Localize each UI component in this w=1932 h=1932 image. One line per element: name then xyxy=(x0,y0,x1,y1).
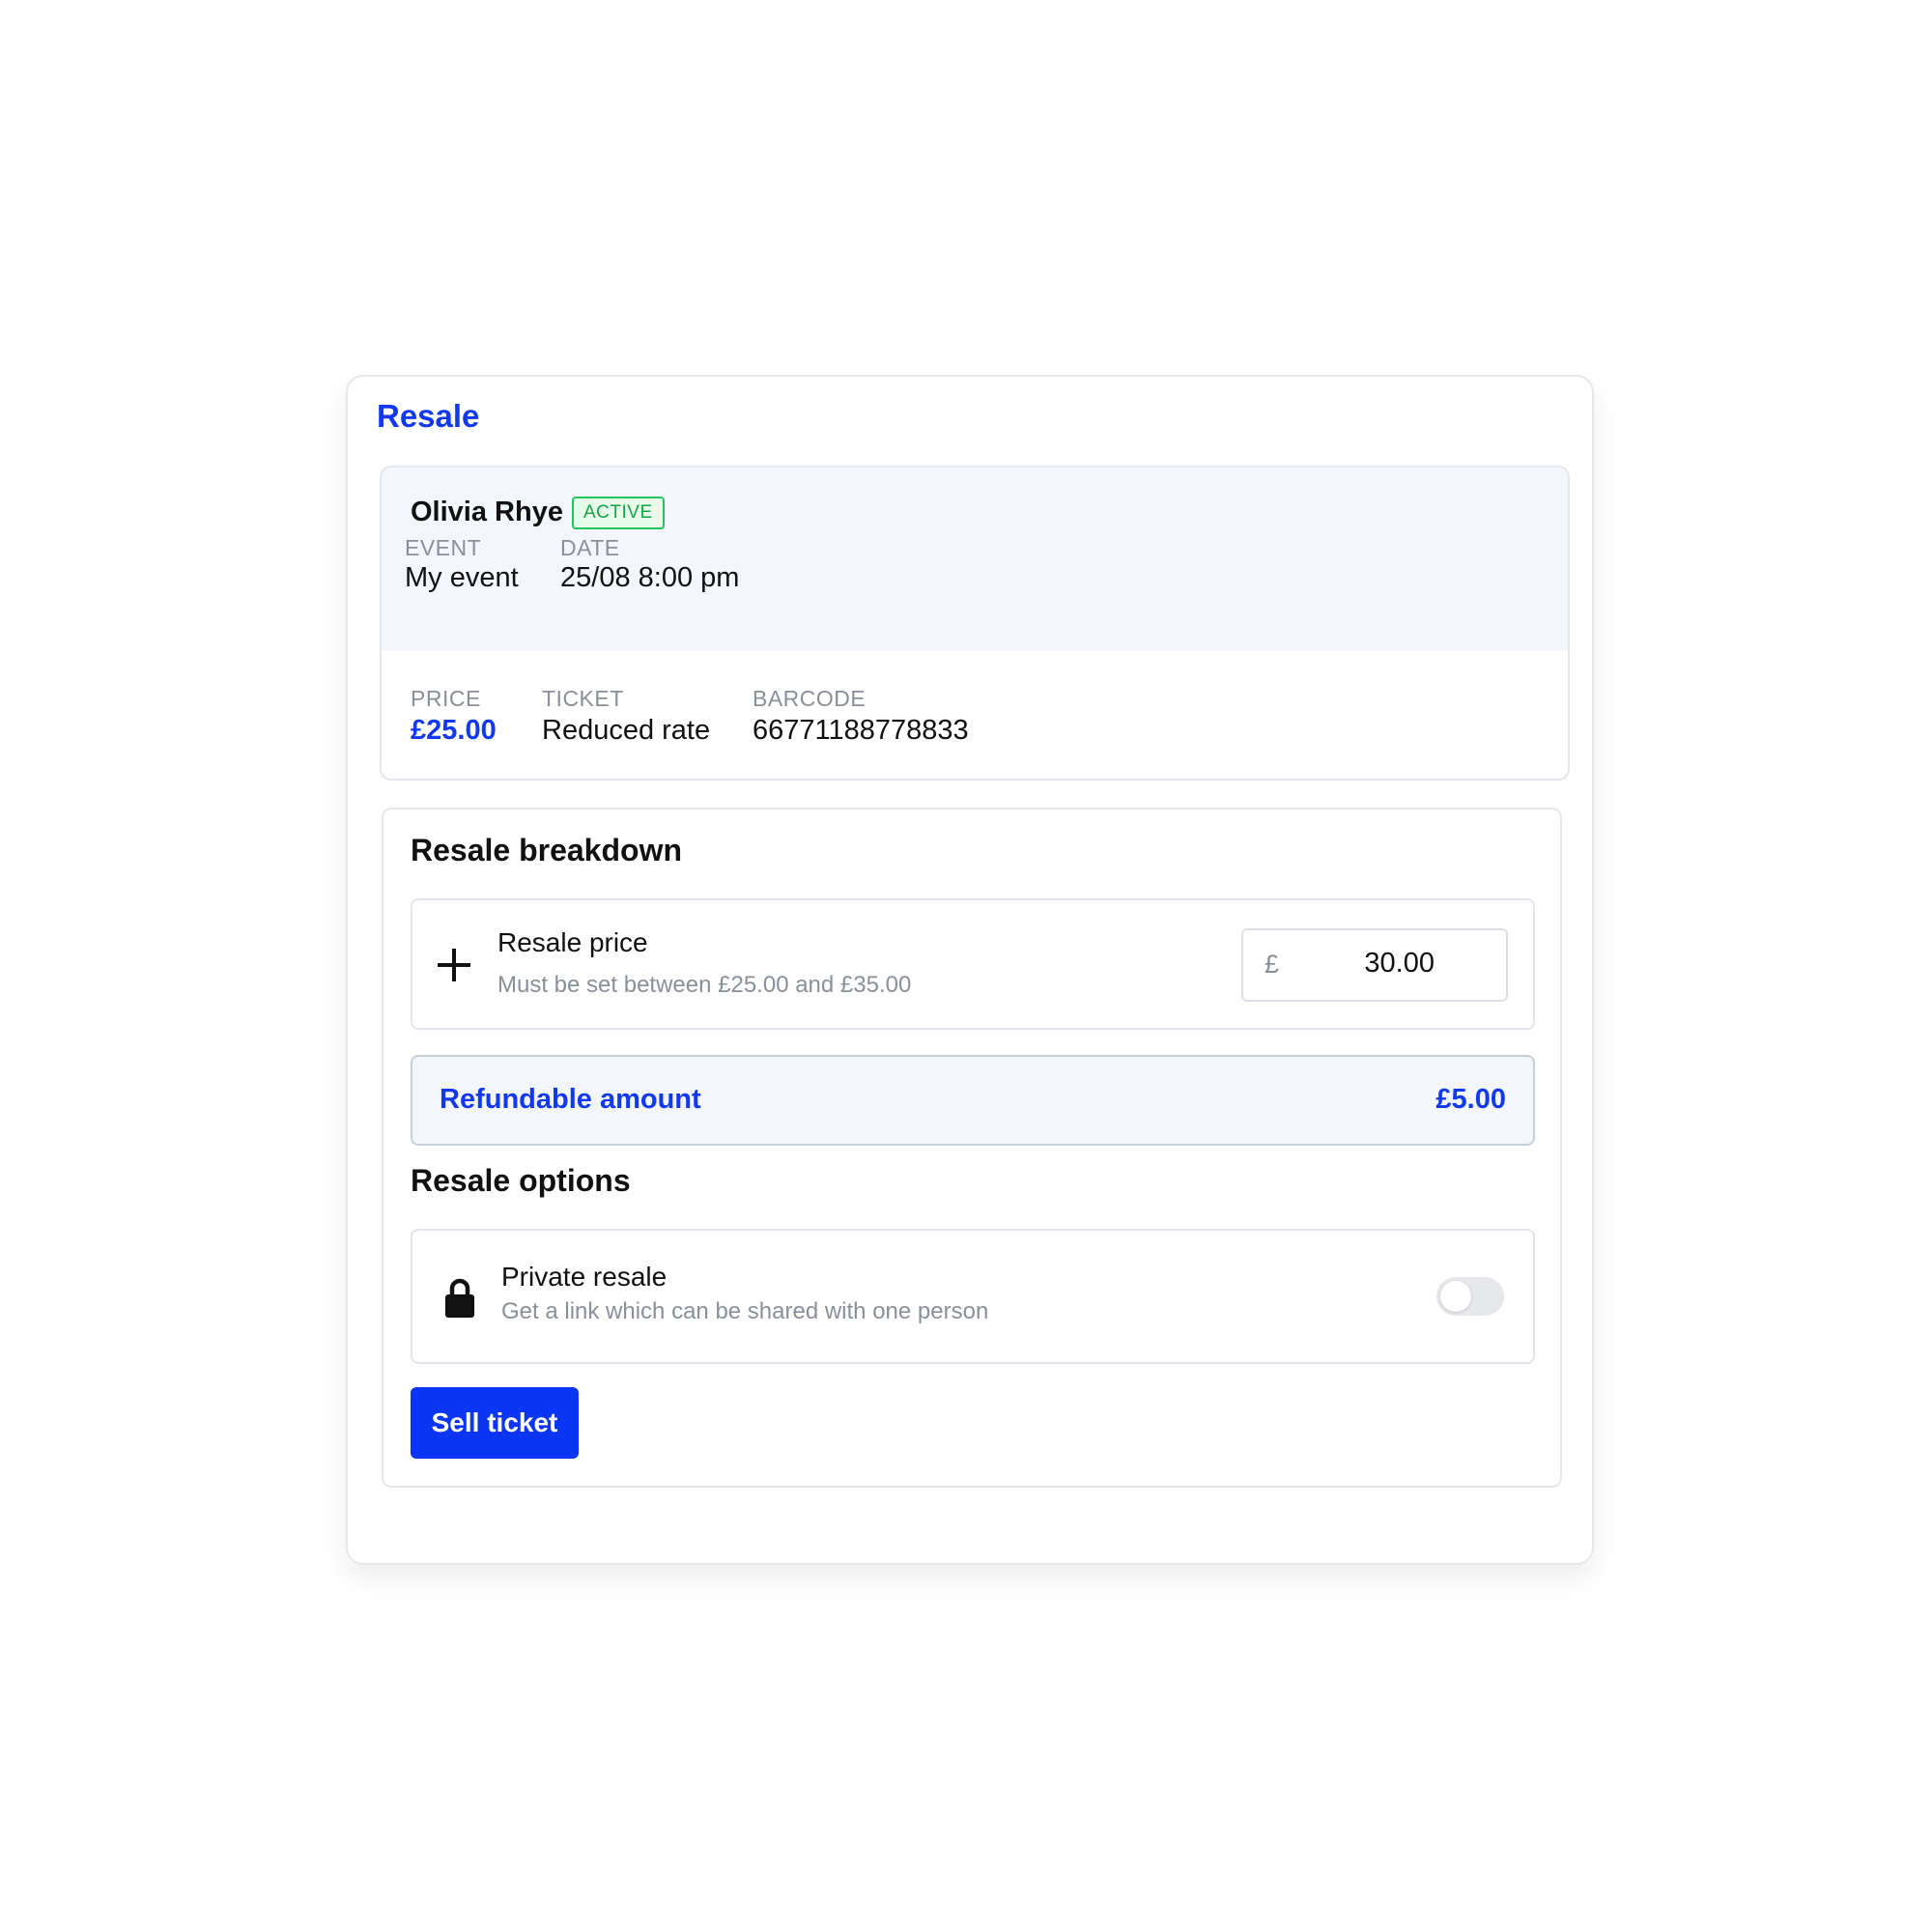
ticket-header: Olivia Rhye ACTIVE EVENT My event DATE 2… xyxy=(382,468,1568,651)
plus-icon xyxy=(438,949,470,981)
date-value: 25/08 8:00 pm xyxy=(560,562,740,593)
resale-breakdown-heading: Resale breakdown xyxy=(411,833,682,867)
private-resale-description: Get a link which can be shared with one … xyxy=(501,1298,989,1324)
currency-symbol: £ xyxy=(1264,950,1280,979)
private-resale-toggle[interactable] xyxy=(1436,1277,1504,1316)
lock-icon xyxy=(445,1278,474,1318)
ticket-type-value: Reduced rate xyxy=(542,715,711,746)
barcode-label: BARCODE xyxy=(753,686,867,711)
card-title: Resale xyxy=(377,398,480,434)
resale-price-hint: Must be set between £25.00 and £35.00 xyxy=(497,972,912,998)
refundable-amount-row: Refundable amount £5.00 xyxy=(411,1055,1535,1146)
resale-price-title: Resale price xyxy=(497,927,648,957)
ticket-holder-name: Olivia Rhye xyxy=(411,497,563,527)
event-label: EVENT xyxy=(405,535,482,560)
date-label: DATE xyxy=(560,535,620,560)
refundable-amount-value: £5.00 xyxy=(1435,1084,1506,1115)
toggle-knob xyxy=(1440,1281,1471,1312)
resale-price-input[interactable]: £ 30.00 xyxy=(1241,928,1508,1002)
resale-breakdown-panel: Resale breakdown Resale price Must be se… xyxy=(382,808,1562,1488)
resale-card: Resale Olivia Rhye ACTIVE EVENT My event… xyxy=(346,375,1594,1565)
price-label: PRICE xyxy=(411,686,481,711)
event-value: My event xyxy=(405,562,519,593)
ticket-summary: Olivia Rhye ACTIVE EVENT My event DATE 2… xyxy=(380,466,1570,781)
resale-options-heading: Resale options xyxy=(411,1163,631,1198)
price-value: £25.00 xyxy=(411,715,497,746)
resale-price-value[interactable]: 30.00 xyxy=(1364,948,1435,980)
sell-ticket-button[interactable]: Sell ticket xyxy=(411,1387,579,1459)
status-badge: ACTIVE xyxy=(572,497,665,529)
refundable-amount-label: Refundable amount xyxy=(440,1084,701,1115)
barcode-value: 66771188778833 xyxy=(753,715,969,746)
private-resale-row: Private resale Get a link which can be s… xyxy=(411,1229,1535,1364)
ticket-type-label: TICKET xyxy=(542,686,624,711)
resale-price-row: Resale price Must be set between £25.00 … xyxy=(411,898,1535,1030)
private-resale-title: Private resale xyxy=(501,1262,668,1292)
